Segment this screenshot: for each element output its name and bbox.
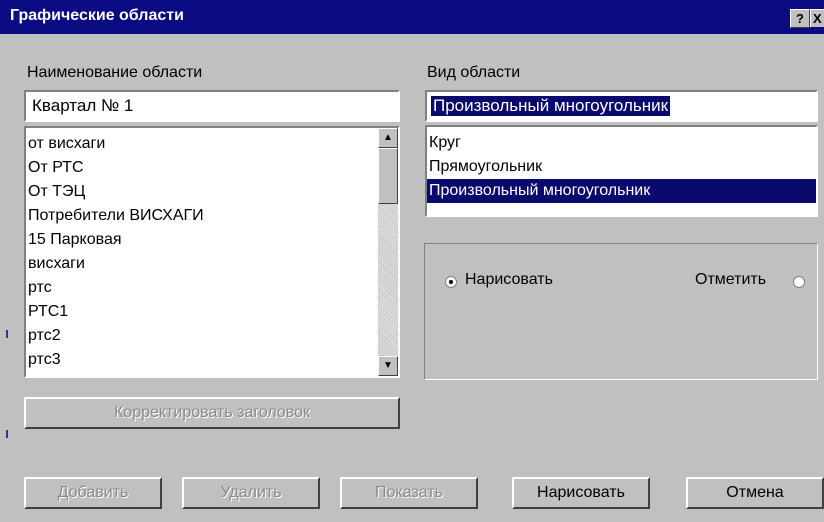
window-edge-mark <box>6 330 8 338</box>
delete-button[interactable]: Удалить <box>182 477 320 509</box>
area-list-item[interactable]: ртс4 <box>26 372 376 376</box>
type-list[interactable]: Круг Прямоугольник Произвольный многоуголь… <box>425 125 818 217</box>
area-list-item[interactable]: ртс3 <box>26 348 376 372</box>
name-input[interactable]: Квартал № 1 <box>24 90 400 122</box>
draw-radio-label[interactable]: Нарисовать <box>465 271 553 289</box>
cancel-button[interactable]: Отмена <box>686 477 824 509</box>
type-list-item[interactable]: Произвольный многоугольник <box>427 179 816 203</box>
type-list-item[interactable]: Прямоугольник <box>427 155 816 179</box>
type-label: Вид области <box>427 64 521 81</box>
title-bar[interactable]: Графические области ? X <box>0 0 824 34</box>
close-button[interactable]: X <box>810 9 824 27</box>
draw-radio[interactable] <box>445 276 457 288</box>
area-list-item[interactable]: От РТС <box>26 156 376 180</box>
area-list-item[interactable]: от висхаги <box>26 132 376 156</box>
show-button[interactable]: Показать <box>340 477 478 509</box>
mark-radio-label[interactable]: Отметить <box>695 271 766 289</box>
name-input-value: Квартал № 1 <box>32 96 134 115</box>
scroll-down-button[interactable]: ▼ <box>378 356 398 376</box>
area-list[interactable]: от висхаги От РТС От ТЭЦ Потребители ВИСХАГ… <box>24 126 400 378</box>
area-list-item[interactable]: Потребители ВИСХАГИ <box>26 204 376 228</box>
area-list-items: от висхаги От РТС От ТЭЦ Потребители ВИСХАГ… <box>26 132 376 376</box>
area-list-item[interactable]: висхаги <box>26 252 376 276</box>
draw-button[interactable]: Нарисовать <box>512 477 650 509</box>
window-title: Графические области <box>10 7 184 24</box>
area-list-item[interactable]: 15 Парковая <box>26 228 376 252</box>
window-edge-mark <box>6 430 8 438</box>
add-button[interactable]: Добавить <box>24 477 162 509</box>
mode-group: Нарисовать Отметить <box>424 243 818 380</box>
help-button[interactable]: ? <box>790 9 810 28</box>
area-list-item[interactable]: РТС1 <box>26 300 376 324</box>
scroll-up-button[interactable]: ▲ <box>378 128 398 148</box>
name-label: Наименование области <box>27 64 203 81</box>
type-input[interactable]: Произвольный многоугольник <box>425 90 818 122</box>
mark-radio[interactable] <box>793 276 805 288</box>
correct-title-button[interactable]: Корректировать заголовок <box>24 397 400 429</box>
type-input-value: Произвольный многоугольник <box>431 96 671 116</box>
area-list-scrollbar[interactable]: ▲ ▼ <box>378 128 398 376</box>
area-list-item[interactable]: ртс2 <box>26 324 376 348</box>
area-list-item[interactable]: ртс <box>26 276 376 300</box>
type-list-items: Круг Прямоугольник Произвольный многоуголь… <box>427 131 816 203</box>
type-list-item[interactable]: Круг <box>427 131 816 155</box>
scroll-thumb[interactable] <box>378 148 398 204</box>
area-list-item[interactable]: От ТЭЦ <box>26 180 376 204</box>
